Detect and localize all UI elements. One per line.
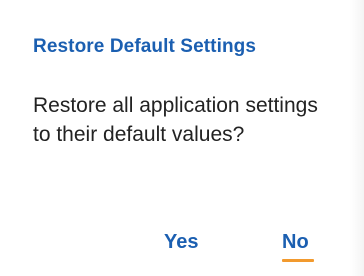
- yes-button[interactable]: Yes: [164, 231, 198, 254]
- dialog-message: Restore all application settings to thei…: [33, 94, 318, 146]
- screen: Restore Default Settings Restore all app…: [0, 0, 364, 276]
- dialog-title: Restore Default Settings: [33, 36, 257, 57]
- focus-indicator: [282, 259, 314, 262]
- right-edge-shadow: [350, 0, 364, 276]
- restore-defaults-dialog: Restore Default Settings Restore all app…: [0, 0, 350, 276]
- no-button[interactable]: No: [282, 231, 309, 254]
